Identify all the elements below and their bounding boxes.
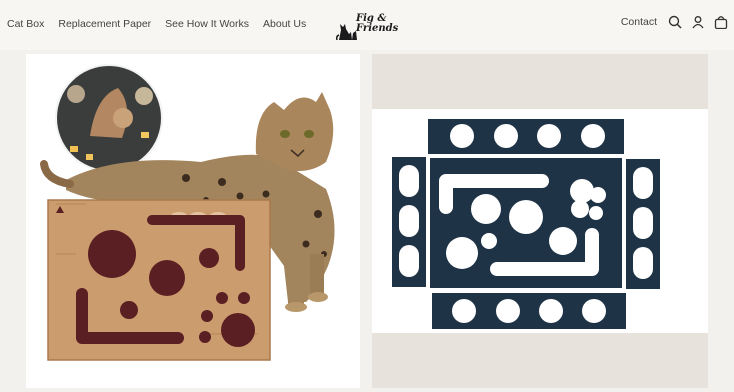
nav-replacement-paper[interactable]: Replacement Paper	[58, 18, 151, 30]
inset-photo	[55, 64, 163, 172]
nav-about-us[interactable]: About Us	[263, 18, 306, 30]
utility-nav: Contact	[621, 15, 728, 30]
cart-icon[interactable]	[714, 15, 728, 30]
page-margin	[708, 54, 734, 388]
cat-box-illustration	[40, 64, 335, 361]
product-image-replacement-paper[interactable]	[372, 54, 708, 388]
logo-line-2: Friends	[356, 23, 399, 34]
logo-wordmark: Fig & Friends	[356, 14, 398, 34]
nav-contact[interactable]: Contact	[621, 16, 657, 28]
replacement-paper-illustration	[392, 119, 660, 329]
search-icon[interactable]	[668, 15, 682, 29]
main-nav: Cat Box Replacement Paper See How It Wor…	[7, 18, 306, 30]
account-icon[interactable]	[691, 15, 705, 29]
paper-photo	[372, 109, 708, 333]
nav-cat-box[interactable]: Cat Box	[7, 18, 44, 30]
site-header: Cat Box Replacement Paper See How It Wor…	[0, 0, 734, 50]
wooden-cat-box	[47, 199, 271, 361]
nav-see-how-it-works[interactable]: See How It Works	[165, 18, 249, 30]
product-image-cat-box[interactable]	[26, 54, 360, 388]
brand-logo[interactable]: Fig & Friends	[336, 12, 400, 42]
